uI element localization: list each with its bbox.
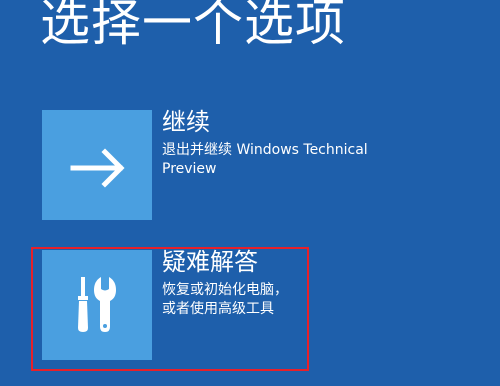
troubleshoot-tile[interactable] (42, 250, 152, 360)
troubleshoot-description: 恢复或初始化电脑， 或者使用高级工具 (162, 281, 402, 319)
arrow-right-icon (70, 148, 125, 188)
troubleshoot-description-line1: 恢复或初始化电脑， (162, 282, 288, 298)
tools-icon (78, 277, 116, 332)
troubleshoot-label: 疑难解答 (162, 248, 258, 276)
page-title: 选择一个选项 (40, 0, 346, 52)
continue-description: 退出并继续 Windows Technical Preview (162, 142, 368, 177)
troubleshoot-option[interactable]: 疑难解答 恢复或初始化电脑， 或者使用高级工具 (42, 248, 342, 362)
continue-label: 继续 (162, 108, 210, 136)
troubleshoot-description-line2: 或者使用高级工具 (162, 301, 274, 317)
continue-tile[interactable] (42, 110, 152, 220)
continue-option[interactable]: 继续 退出并继续 Windows Technical Preview (42, 108, 368, 222)
